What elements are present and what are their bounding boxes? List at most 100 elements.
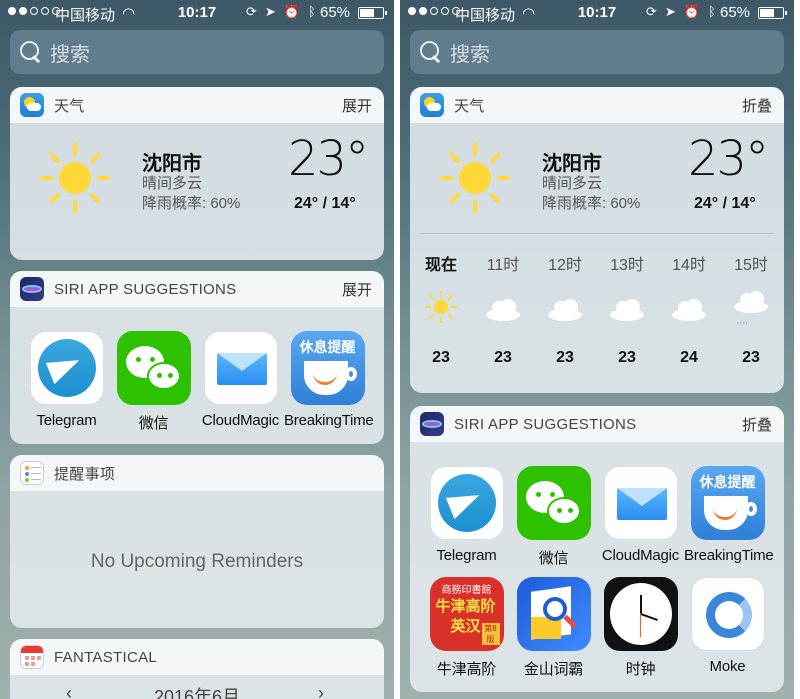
location-icon: ➤ — [264, 4, 276, 19]
rain-cloud-icon — [734, 291, 768, 313]
app-label: 金山词霸 — [523, 661, 584, 678]
app-moke[interactable]: Moke — [684, 577, 771, 675]
siri-icon — [20, 277, 44, 301]
rotation-lock-icon: ⟳ — [246, 4, 257, 19]
bluetooth-icon: ᛒ — [308, 4, 316, 19]
collapse-button[interactable]: 折叠 — [742, 95, 772, 116]
hour-temperature: 23 — [618, 349, 636, 366]
rotation-lock-icon: ⟳ — [646, 4, 657, 19]
status-bar: 中国移动 ◠ 10:17 ⟳ ➤ ⏰ ᛒ 65% — [0, 0, 394, 26]
high-low-temperature: 24° / 14° — [294, 195, 356, 212]
hour-label: 15时 — [734, 257, 768, 274]
widget-title: 天气 — [454, 97, 485, 115]
app-label: 微信 — [138, 415, 169, 432]
phone-screen-left: 中国移动 ◠ 10:17 ⟳ ➤ ⏰ ᛒ 65% 搜索 天气 展开 沈阳市 晴间… — [0, 0, 394, 699]
app-label: BreakingTime — [684, 547, 774, 564]
empty-reminders-message: No Upcoming Reminders — [90, 551, 304, 572]
hour-temperature: 23 — [432, 349, 450, 366]
hour-temperature: 23 — [742, 349, 760, 366]
widget-header: SIRI APP SUGGESTIONS 展开 — [10, 271, 384, 307]
app-oxford-dictionary[interactable]: 商務印書館 牛津高阶 英汉 第8版 牛津高阶 — [423, 577, 510, 679]
app-cloudmagic[interactable]: CloudMagic — [597, 466, 684, 564]
widget-title: SIRI APP SUGGESTIONS — [454, 415, 637, 433]
siri-suggestions-widget: SIRI APP SUGGESTIONS 展开 Telegram 微信 Clou… — [10, 271, 384, 444]
hour-temperature: 24 — [680, 349, 698, 366]
rain-probability: 降雨概率: 60% — [142, 195, 241, 212]
app-label: Telegram — [36, 412, 97, 429]
rain-drops-icon: '''' — [737, 321, 749, 332]
app-telegram[interactable]: Telegram — [423, 466, 510, 564]
siri-suggestions-widget: SIRI APP SUGGESTIONS 折叠 Telegram 微信 Clou… — [410, 406, 784, 692]
widget-header: 提醒事项 — [10, 455, 384, 491]
high-low-temperature: 24° / 14° — [694, 195, 756, 212]
app-wechat[interactable]: 微信 — [110, 331, 197, 433]
app-clock[interactable]: 时钟 — [597, 577, 684, 679]
app-jinshan-ciba[interactable]: 金山词霸 — [510, 577, 597, 679]
divider — [420, 233, 774, 234]
weather-app-icon — [420, 93, 444, 117]
hour-forecast: 14时 24 — [663, 251, 715, 366]
sun-icon — [425, 291, 457, 323]
hour-label: 现在 — [424, 257, 457, 274]
hour-forecast: 现在 23 — [415, 251, 467, 366]
hour-label: 12时 — [548, 257, 582, 274]
dictionary-book-icon: 商務印書館 牛津高阶 英汉 第8版 — [429, 577, 504, 651]
telegram-icon — [29, 331, 104, 405]
app-label: 时钟 — [625, 661, 656, 678]
wechat-icon — [516, 466, 591, 540]
calendar-month-label: 2016年6月 — [153, 687, 241, 699]
fantastical-widget: FANTASTICAL ‹ 2016年6月 › — [10, 639, 384, 699]
weather-condition: 晴间多云 — [142, 175, 203, 192]
widget-title: 提醒事项 — [54, 465, 116, 483]
widget-header: 天气 折叠 — [410, 87, 784, 123]
weather-widget[interactable]: 天气 折叠 沈阳市 晴间多云 降雨概率: 60% 23° 24° / 14° 现… — [410, 87, 784, 393]
siri-icon — [420, 412, 444, 436]
cloud-icon — [486, 299, 520, 321]
app-breakingtime[interactable]: 休息提醒 BreakingTime — [284, 331, 374, 429]
status-bar: 中国移动 ◠ 10:17 ⟳ ➤ ⏰ ᛒ 65% — [400, 0, 794, 26]
search-bar[interactable]: 搜索 — [410, 30, 784, 74]
app-label: Telegram — [436, 547, 497, 564]
weather-app-icon — [20, 93, 44, 117]
app-wechat[interactable]: 微信 — [510, 466, 597, 568]
magnifier-book-icon — [516, 577, 591, 651]
hour-temperature: 23 — [494, 349, 512, 366]
app-label: 牛津高阶 — [436, 661, 497, 678]
sun-icon — [40, 143, 110, 213]
cloud-icon — [610, 299, 644, 321]
widget-header: 天气 展开 — [10, 87, 384, 123]
weather-condition: 晴间多云 — [542, 175, 603, 192]
next-month-button[interactable]: › — [318, 683, 324, 699]
city-name: 沈阳市 — [142, 153, 202, 175]
search-bar[interactable]: 搜索 — [10, 30, 384, 74]
expand-button[interactable]: 展开 — [342, 95, 372, 116]
expand-button[interactable]: 展开 — [342, 279, 372, 300]
search-icon — [420, 41, 442, 63]
wechat-icon — [116, 331, 191, 405]
weather-widget[interactable]: 天气 展开 沈阳市 晴间多云 降雨概率: 60% 23° 24° / 14° — [10, 87, 384, 260]
hour-label: 14时 — [672, 257, 706, 274]
hour-label: 11时 — [486, 257, 520, 274]
search-placeholder: 搜索 — [450, 43, 490, 66]
teacup-icon: 休息提醒 — [690, 466, 765, 540]
widget-title: SIRI APP SUGGESTIONS — [54, 280, 237, 298]
telegram-icon — [429, 466, 504, 540]
app-cloudmagic[interactable]: CloudMagic — [197, 331, 284, 429]
calendar-icon — [20, 645, 44, 669]
reminders-app-icon — [20, 461, 44, 485]
collapse-button[interactable]: 折叠 — [742, 414, 772, 435]
battery-icon — [358, 7, 387, 19]
current-temperature: 23° — [288, 131, 369, 187]
hour-label: 13时 — [610, 257, 644, 274]
hour-forecast: 15时 '''' 23 — [725, 251, 777, 366]
reminders-widget: 提醒事项 No Upcoming Reminders — [10, 455, 384, 628]
mail-envelope-icon — [603, 466, 678, 540]
app-breakingtime[interactable]: 休息提醒 BreakingTime — [684, 466, 774, 564]
battery-percent: 65% — [720, 4, 751, 21]
app-telegram[interactable]: Telegram — [23, 331, 110, 429]
widget-title: 天气 — [54, 97, 85, 115]
location-icon: ➤ — [664, 4, 676, 19]
current-temperature: 23° — [688, 131, 769, 187]
teacup-icon: 休息提醒 — [290, 331, 365, 405]
battery-icon — [758, 7, 787, 19]
